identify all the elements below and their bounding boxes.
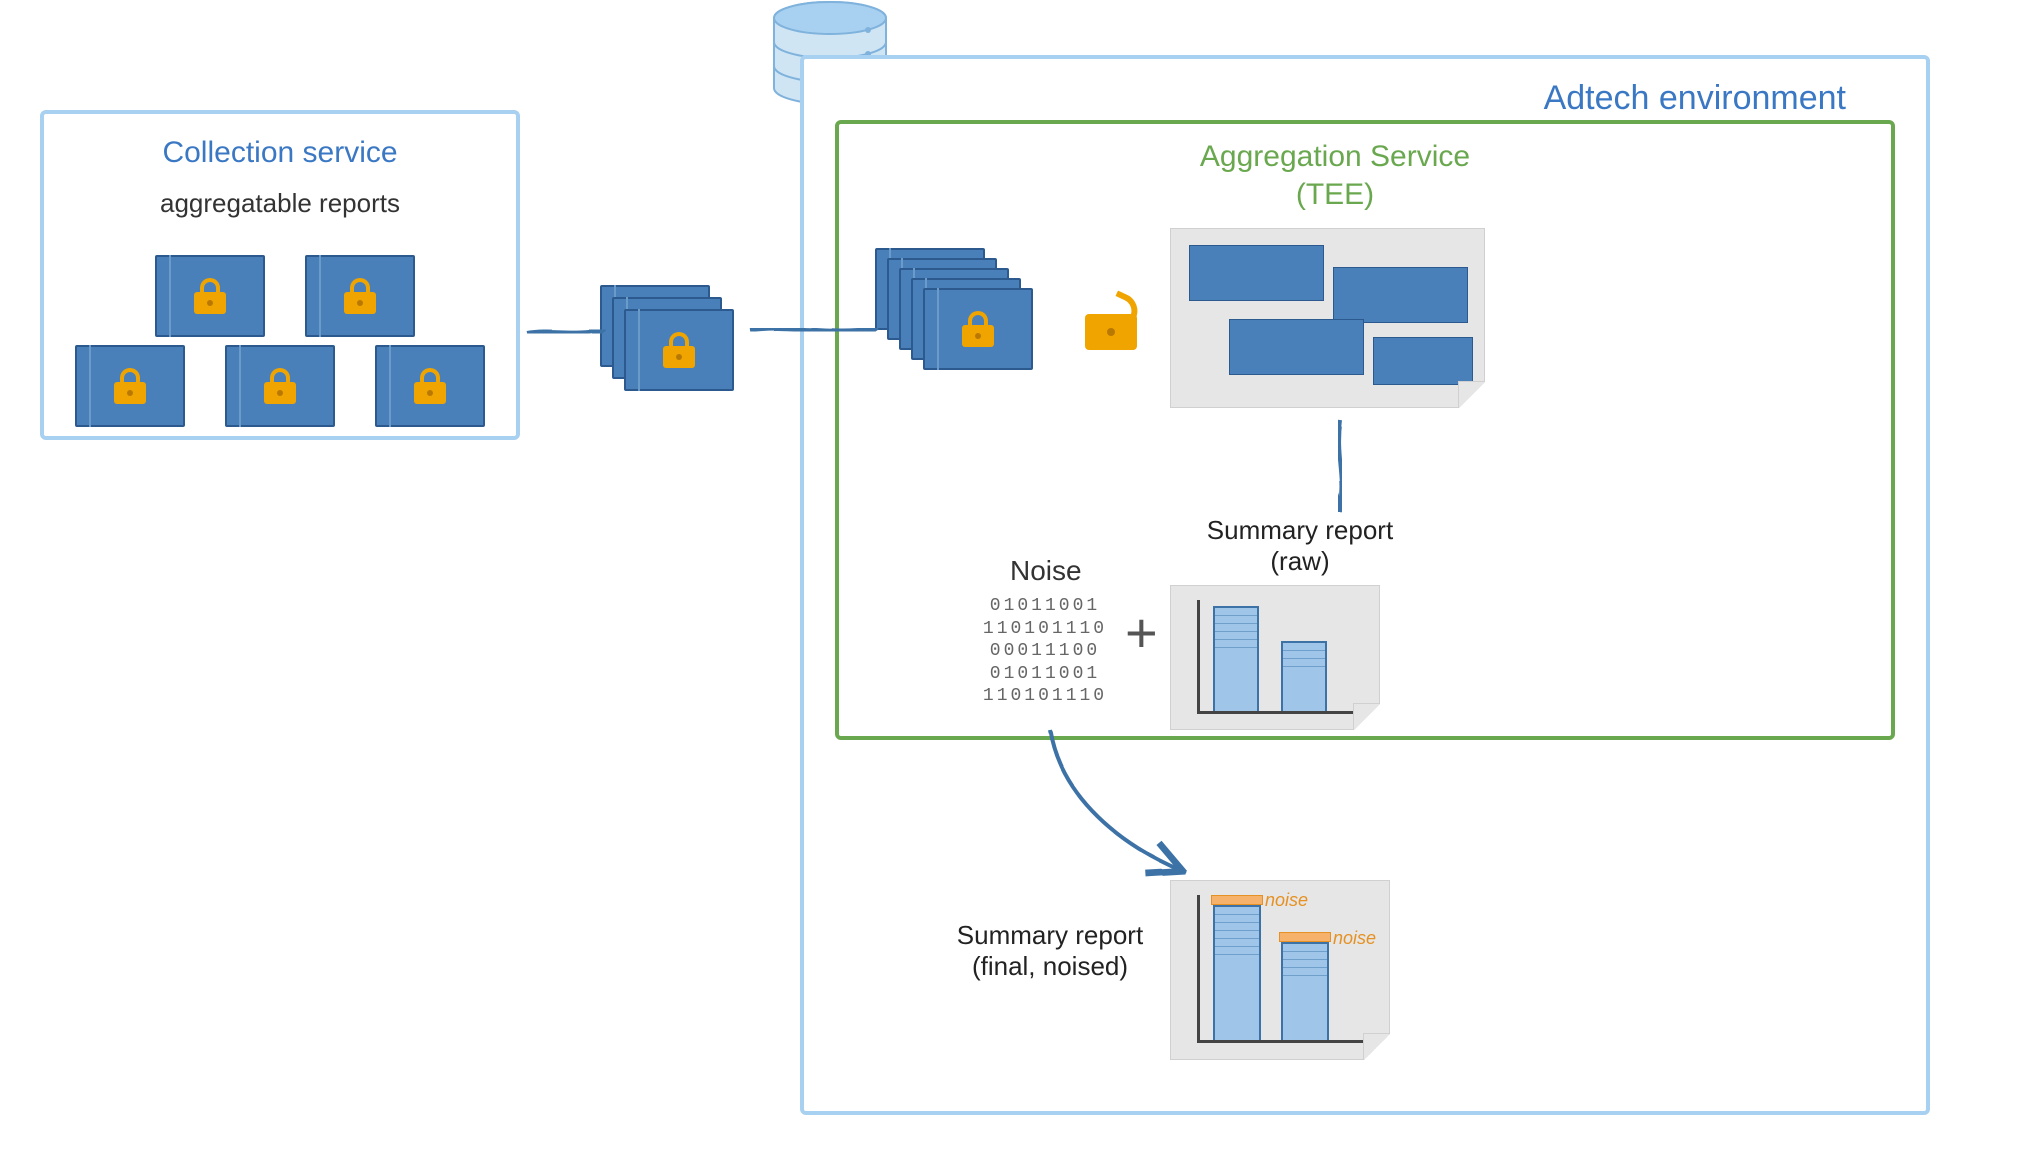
locked-report-icon bbox=[225, 345, 335, 427]
locked-report-icon bbox=[305, 255, 415, 337]
arrow-icon bbox=[748, 315, 878, 345]
locked-report-icon bbox=[375, 345, 485, 427]
plus-icon: + bbox=[1125, 600, 1158, 665]
arrow-icon bbox=[525, 315, 605, 345]
summary-raw-label: Summary report (raw) bbox=[1175, 515, 1425, 577]
locked-reports-stack bbox=[600, 285, 750, 405]
summary-raw-sheet bbox=[1170, 585, 1380, 730]
arrow-icon bbox=[1020, 720, 1200, 880]
noise-binary: 01011001 110101110 00011100 01011001 110… bbox=[960, 595, 1130, 708]
decrypted-data-sheet bbox=[1170, 228, 1485, 408]
unlock-icon bbox=[1085, 290, 1137, 350]
aggregation-service-title: Aggregation Service (TEE) bbox=[835, 138, 1835, 213]
adtech-environment-title: Adtech environment bbox=[1544, 79, 1846, 118]
collection-service-title: Collection service bbox=[44, 136, 516, 170]
collection-service-subtitle: aggregatable reports bbox=[44, 188, 516, 219]
noise-title: Noise bbox=[1010, 555, 1082, 587]
summary-final-label: Summary report (final, noised) bbox=[935, 920, 1165, 982]
arrow-icon bbox=[1310, 415, 1370, 515]
locked-report-icon bbox=[75, 345, 185, 427]
locked-report-icon bbox=[155, 255, 265, 337]
locked-reports-stack bbox=[875, 248, 1055, 378]
summary-final-sheet: noise noise bbox=[1170, 880, 1390, 1060]
